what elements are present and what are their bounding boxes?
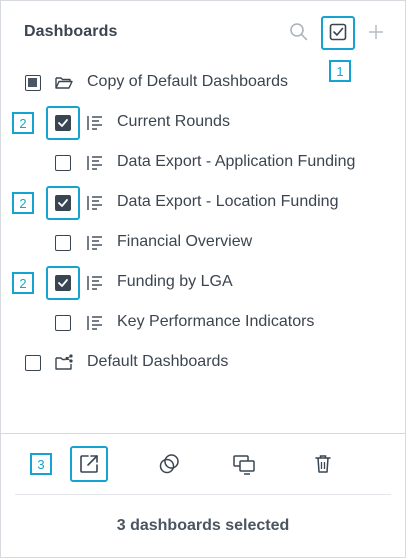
tree-item-label: Default Dashboards bbox=[87, 353, 229, 370]
folder-open-icon bbox=[54, 73, 74, 93]
tree-item-label: Current Rounds bbox=[117, 113, 230, 130]
tree-item-label: Data Export - Application Funding bbox=[117, 153, 356, 170]
dashboard-list-icon bbox=[85, 153, 105, 173]
tree-item-label: Financial Overview bbox=[117, 233, 253, 250]
tree-row-dashboard[interactable]: 2 Funding by LGA bbox=[1, 263, 405, 303]
checkbox-check-icon bbox=[329, 23, 347, 41]
search-icon bbox=[290, 23, 308, 41]
add-dashboard-button[interactable] bbox=[365, 21, 387, 43]
duplicate-icon bbox=[159, 454, 179, 474]
folder-checkbox[interactable] bbox=[25, 355, 41, 371]
tree-row-dashboard[interactable]: 2 Data Export - Location Funding bbox=[1, 183, 405, 223]
tree-item-label: Key Performance Indicators bbox=[117, 313, 315, 330]
callout-badge-2: 2 bbox=[12, 192, 34, 214]
tree-row-dashboard[interactable]: 2 Current Rounds bbox=[1, 103, 405, 143]
dashboard-list-icon bbox=[85, 233, 105, 253]
dashboard-list-icon bbox=[85, 193, 105, 213]
trash-icon bbox=[315, 455, 331, 473]
dashboard-checkbox[interactable] bbox=[55, 315, 71, 331]
dashboard-checkbox[interactable] bbox=[55, 195, 71, 211]
search-button[interactable] bbox=[288, 21, 310, 43]
panel-header: Dashboards 1 bbox=[1, 1, 405, 82]
tree-row-dashboard[interactable]: Key Performance Indicators bbox=[1, 303, 405, 343]
panel-title: Dashboards bbox=[24, 23, 118, 40]
plus-icon bbox=[369, 25, 383, 39]
tree-row-folder[interactable]: Default Dashboards bbox=[1, 343, 405, 383]
dashboard-list-icon bbox=[85, 113, 105, 133]
dashboard-list-icon bbox=[85, 273, 105, 293]
duplicate-button[interactable] bbox=[157, 452, 181, 476]
tree-item-label: Copy of Default Dashboards bbox=[87, 73, 288, 90]
export-icon bbox=[80, 455, 98, 473]
callout-badge-3: 3 bbox=[30, 453, 52, 475]
tree-item-label: Data Export - Location Funding bbox=[117, 193, 339, 210]
selection-footer: 3 dashboards selected bbox=[1, 495, 405, 557]
export-button[interactable] bbox=[77, 452, 101, 476]
dashboard-checkbox[interactable] bbox=[55, 235, 71, 251]
callout-badge-2: 2 bbox=[12, 272, 34, 294]
tree-item-label: Funding by LGA bbox=[117, 273, 233, 290]
selection-count-text: 3 dashboards selected bbox=[116, 517, 290, 534]
dashboard-list-icon bbox=[85, 313, 105, 333]
bulk-action-toolbar: 3 bbox=[1, 434, 405, 494]
share-screens-icon bbox=[233, 455, 255, 475]
dashboard-checkbox[interactable] bbox=[55, 275, 71, 291]
dashboard-checkbox[interactable] bbox=[55, 115, 71, 131]
select-mode-button[interactable] bbox=[327, 21, 349, 43]
delete-button[interactable] bbox=[311, 452, 335, 476]
dashboards-panel: Dashboards 1 Copy of Default Dashboards … bbox=[0, 0, 406, 558]
shared-folder-icon bbox=[54, 353, 74, 373]
share-button[interactable] bbox=[232, 452, 256, 476]
tree-row-dashboard[interactable]: Financial Overview bbox=[1, 223, 405, 263]
tree-row-folder[interactable]: Copy of Default Dashboards bbox=[1, 63, 405, 103]
dashboard-checkbox[interactable] bbox=[55, 155, 71, 171]
callout-badge-2: 2 bbox=[12, 112, 34, 134]
tree-row-dashboard[interactable]: Data Export - Application Funding bbox=[1, 143, 405, 183]
folder-checkbox[interactable] bbox=[25, 75, 41, 91]
